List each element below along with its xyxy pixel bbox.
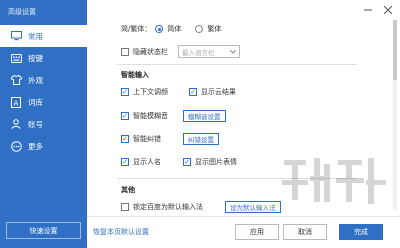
more-icon (9, 139, 23, 153)
sidebar-item-more[interactable]: 更多 (0, 135, 87, 157)
sidebar: 高级设置 常用 按键 外观 A 词库 账号 更多 快速设置 (0, 0, 87, 248)
window-title: 高级设置 (8, 8, 36, 16)
quick-settings-button[interactable]: 快速设置 (6, 222, 81, 239)
cloud-results-label: 显示云结果 (201, 88, 236, 96)
apply-button[interactable]: 应用 (235, 224, 279, 240)
show-emoji-checkbox[interactable] (183, 158, 191, 166)
sidebar-item-account[interactable]: 账号 (0, 113, 87, 135)
keyboard-icon (9, 51, 23, 65)
shirt-icon (9, 73, 23, 87)
monitor-icon (9, 29, 23, 43)
sidebar-item-label: 按键 (28, 53, 43, 63)
language-bar-placeholder: 最入语言栏 (182, 48, 215, 57)
sidebar-nav: 常用 按键 外观 A 词库 账号 更多 (0, 25, 87, 157)
done-button[interactable]: 完成 (339, 224, 383, 240)
sidebar-item-general[interactable]: 常用 (0, 25, 87, 47)
divider (117, 178, 357, 179)
correction-settings-button[interactable]: 纠错设置 (183, 133, 219, 145)
svg-text:A: A (14, 99, 19, 107)
simplified-radio[interactable] (155, 25, 164, 33)
smart-input-title: 智能输入 (121, 71, 149, 79)
script-label: 简/繁体： (121, 25, 152, 33)
smart-row-2: 智能模糊音 模糊音设置 (121, 110, 226, 122)
show-names-checkbox[interactable] (121, 158, 129, 166)
context-frequency-checkbox[interactable] (121, 88, 129, 96)
cloud-results-checkbox[interactable] (189, 88, 197, 96)
footer-bar: 恢复本页默认设置 应用 取消 完成 (87, 216, 400, 248)
chevron-down-icon (230, 49, 236, 54)
script-row: 简/繁体： 简体 繁体 (121, 24, 221, 34)
scrollbar-track[interactable] (393, 20, 397, 210)
lock-default-label: 锁定百度为默认输入法 (133, 203, 203, 211)
smart-row-4: 显示人名 显示图片表情 (121, 157, 237, 167)
other-title: 其他 (121, 186, 135, 194)
hide-status-bar-label: 隐藏状态栏 (133, 47, 168, 56)
sidebar-item-label: 常用 (28, 31, 43, 41)
set-default-button[interactable]: 设为默认输入法 (225, 201, 281, 213)
settings-panel: 简/繁体： 简体 繁体 隐藏状态栏 最入语言栏 智能输入 上下文调频 显示云结果… (87, 0, 400, 248)
lock-default-checkbox[interactable] (121, 203, 129, 211)
scrollbar-thumb[interactable] (393, 20, 397, 80)
reset-page-link[interactable]: 恢复本页默认设置 (93, 227, 149, 237)
sidebar-item-label: 更多 (28, 141, 43, 151)
sidebar-item-dictionary[interactable]: A 词库 (0, 91, 87, 113)
user-icon (9, 117, 23, 131)
show-emoji-label: 显示图片表情 (195, 158, 237, 166)
fuzzy-pinyin-checkbox[interactable] (121, 112, 129, 120)
hide-status-bar-checkbox[interactable] (121, 47, 129, 56)
traditional-radio[interactable] (195, 25, 204, 33)
auto-correct-label: 智能纠错 (133, 135, 161, 143)
other-row: 锁定百度为默认输入法 设为默认输入法 (121, 201, 281, 213)
sidebar-item-label: 账号 (28, 119, 43, 129)
traditional-label: 繁体 (207, 25, 222, 33)
fuzzy-settings-button[interactable]: 模糊音设置 (183, 110, 226, 122)
smart-row-3: 智能纠错 纠错设置 (121, 133, 219, 145)
language-bar-select[interactable]: 最入语言栏 (178, 45, 240, 58)
status-bar-row: 隐藏状态栏 最入语言栏 (121, 45, 240, 58)
sidebar-item-keys[interactable]: 按键 (0, 47, 87, 69)
context-frequency-label: 上下文调频 (133, 88, 168, 96)
smart-row-1: 上下文调频 显示云结果 (121, 87, 236, 97)
sidebar-item-label: 外观 (28, 75, 43, 85)
sidebar-item-appearance[interactable]: 外观 (0, 69, 87, 91)
show-names-label: 显示人名 (133, 158, 161, 166)
simplified-label: 简体 (167, 25, 182, 33)
dictionary-icon: A (9, 95, 23, 109)
sidebar-item-label: 词库 (28, 97, 43, 107)
cancel-button[interactable]: 取消 (283, 224, 327, 240)
divider (117, 64, 357, 65)
fuzzy-pinyin-label: 智能模糊音 (133, 112, 168, 120)
auto-correct-checkbox[interactable] (121, 135, 129, 143)
